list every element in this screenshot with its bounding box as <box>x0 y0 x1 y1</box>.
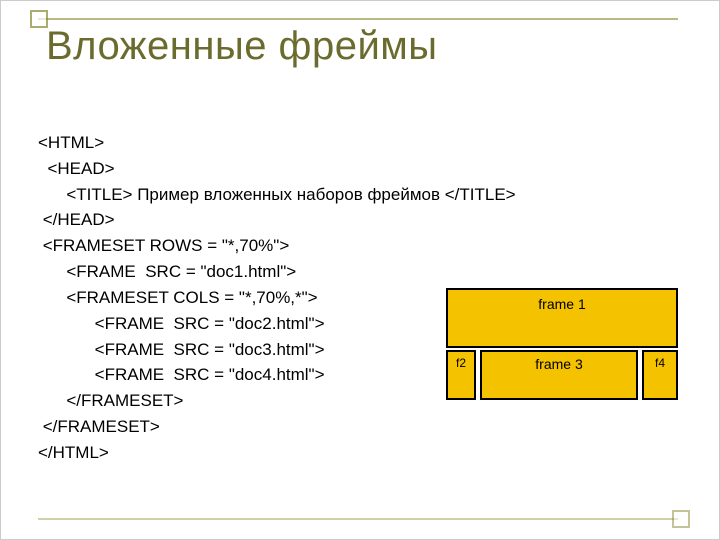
code-line: <TITLE> Пример вложенных наборов фреймов… <box>38 185 516 204</box>
frame-label: frame 3 <box>482 356 636 372</box>
diagram-frame-2: f2 <box>446 350 476 400</box>
code-line: </HTML> <box>38 443 109 462</box>
diagram-frame-1: frame 1 <box>446 288 678 348</box>
frame-label: f4 <box>644 356 676 370</box>
diagram-frame-3: frame 3 <box>480 350 638 400</box>
slide-title: Вложенные фреймы <box>46 24 438 69</box>
frame-label: f2 <box>448 356 474 370</box>
frame-label: frame 1 <box>448 296 676 312</box>
bottom-square-decoration <box>672 510 690 528</box>
frameset-diagram: frame 1 f2 frame 3 f4 <box>446 288 678 408</box>
code-line: <FRAMESET COLS = "*,70%,*"> <box>38 288 318 307</box>
code-line: </FRAMESET> <box>38 417 160 436</box>
code-line: <FRAMESET ROWS = "*,70%"> <box>38 236 289 255</box>
title-rule <box>38 18 678 20</box>
code-line: <HEAD> <box>38 159 115 178</box>
code-line: </HEAD> <box>38 210 115 229</box>
code-line: <HTML> <box>38 133 104 152</box>
code-line: <FRAME SRC = "doc2.html"> <box>38 314 325 333</box>
code-line: <FRAME SRC = "doc1.html"> <box>38 262 296 281</box>
diagram-frame-4: f4 <box>642 350 678 400</box>
code-line: <FRAME SRC = "doc3.html"> <box>38 340 325 359</box>
code-line: </FRAMESET> <box>38 391 183 410</box>
code-line: <FRAME SRC = "doc4.html"> <box>38 365 325 384</box>
bottom-rule <box>38 518 678 520</box>
code-block: <HTML> <HEAD> <TITLE> Пример вложенных н… <box>38 130 516 466</box>
